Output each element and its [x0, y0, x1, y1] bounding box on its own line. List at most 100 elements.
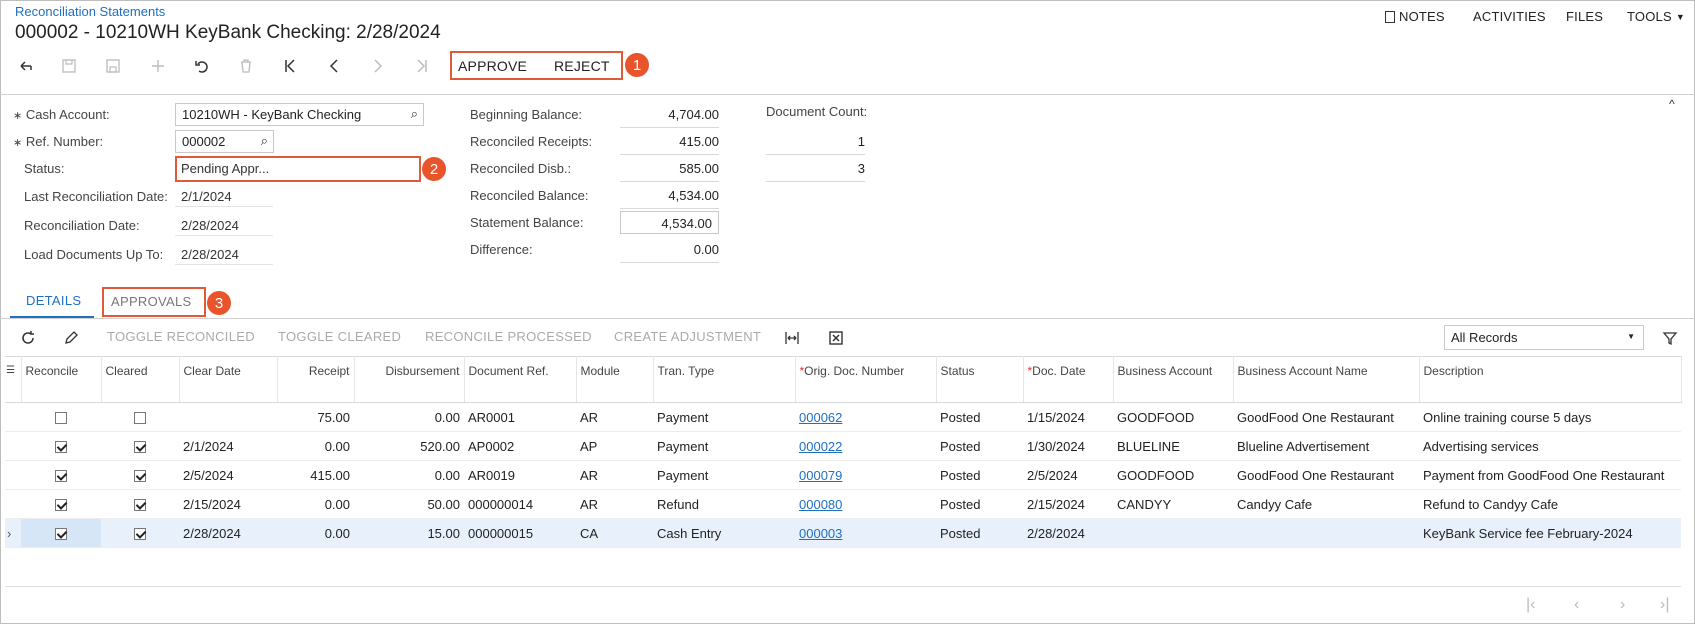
delete-icon[interactable] [232, 55, 260, 77]
col-description[interactable]: Description [1419, 356, 1682, 403]
create-adjustment-button[interactable]: CREATE ADJUSTMENT [614, 329, 761, 344]
column-settings-icon[interactable]: ☰ [5, 356, 22, 403]
search-icon[interactable]: ⌕ [411, 106, 418, 122]
save-close-icon[interactable] [55, 55, 83, 77]
toggle-reconciled-button[interactable]: TOGGLE RECONCILED [107, 329, 255, 344]
col-reconcile[interactable]: Reconcile [21, 356, 102, 403]
description-cell: Refund to Candyy Cafe [1419, 489, 1681, 519]
tools-button[interactable]: TOOLS ▼ [1627, 9, 1685, 24]
col-module[interactable]: Module [576, 356, 654, 403]
reconcile-checkbox[interactable] [55, 412, 67, 425]
activities-button[interactable]: ACTIVITIES [1473, 9, 1546, 24]
cleared-checkbox[interactable] [134, 412, 146, 425]
col-business-account[interactable]: Business Account [1113, 356, 1234, 403]
col-disbursement[interactable]: Disbursement [354, 356, 465, 403]
reconcile-checkbox[interactable] [55, 441, 67, 454]
row-selector[interactable] [5, 402, 21, 432]
col-orig-doc-number-label: Orig. Doc. Number [804, 364, 905, 378]
orig-doc-number-link[interactable]: 000080 [799, 497, 842, 512]
pager-first-icon[interactable]: |‹ [1526, 596, 1535, 614]
export-excel-icon[interactable] [822, 327, 850, 349]
cleared-cell[interactable] [101, 489, 179, 519]
orig-doc-number-link[interactable]: 000022 [799, 439, 842, 454]
table-row[interactable]: 75.00 0.00 AR0001 AR Payment 000062 Posted 1/15… [5, 402, 1681, 432]
next-record-icon[interactable] [364, 55, 392, 77]
row-selector[interactable] [5, 460, 21, 490]
reject-button[interactable]: REJECT [554, 58, 610, 74]
col-status[interactable]: Status [936, 356, 1024, 403]
orig-doc-number-link[interactable]: 000062 [799, 410, 842, 425]
first-record-icon[interactable] [276, 55, 304, 77]
status-label: Status: [24, 161, 65, 176]
orig-doc-number-link[interactable]: 000003 [799, 526, 842, 541]
cash-account-field[interactable]: 10210WH - KeyBank Checking ⌕ [175, 103, 424, 126]
ref-number-field[interactable]: 000002 ⌕ [175, 130, 274, 153]
add-icon[interactable] [144, 55, 172, 77]
reconcile-processed-button[interactable]: RECONCILE PROCESSED [425, 329, 592, 344]
col-tran-type[interactable]: Tran. Type [653, 356, 796, 403]
reconciled-balance-value: 4,534.00 [620, 188, 719, 209]
tab-details[interactable]: DETAILS [26, 293, 81, 308]
collapse-icon[interactable]: ^ [1669, 97, 1675, 111]
pager-last-icon[interactable]: ›| [1660, 596, 1669, 614]
business-account-name-cell: GoodFood One Restaurant [1233, 460, 1419, 490]
back-icon[interactable] [12, 55, 40, 77]
description-cell: KeyBank Service fee February-2024 [1419, 518, 1681, 548]
col-business-account-name[interactable]: Business Account Name [1233, 356, 1420, 403]
files-button[interactable]: FILES [1566, 9, 1603, 24]
last-record-icon[interactable] [408, 55, 436, 77]
pager-next-icon[interactable]: › [1620, 596, 1625, 614]
cleared-cell[interactable] [101, 431, 179, 461]
row-selector[interactable] [5, 489, 21, 519]
toggle-cleared-button[interactable]: TOGGLE CLEARED [278, 329, 401, 344]
col-document-ref[interactable]: Document Ref. [464, 356, 577, 403]
col-clear-date[interactable]: Clear Date [179, 356, 278, 403]
orig-doc-number-link[interactable]: 000079 [799, 468, 842, 483]
table-row[interactable]: › 2/28/2024 0.00 15.00 000000015 CA Cash Entry… [5, 518, 1681, 548]
edit-icon[interactable] [57, 327, 85, 349]
business-account-name-cell: Blueline Advertisement [1233, 431, 1419, 461]
statement-balance-field[interactable]: 4,534.00 [620, 211, 719, 234]
table-row[interactable]: 2/1/2024 0.00 520.00 AP0002 AP Payment 000022 P… [5, 431, 1681, 461]
reconcile-cell[interactable] [21, 460, 101, 490]
col-doc-date[interactable]: *Doc. Date [1023, 356, 1114, 403]
cleared-checkbox[interactable] [134, 441, 146, 454]
row-selector[interactable]: › [5, 518, 21, 548]
refresh-icon[interactable] [14, 327, 42, 349]
notes-button[interactable]: NOTES [1385, 9, 1445, 24]
reconcile-cell[interactable] [21, 489, 101, 519]
status-cell: Posted [936, 489, 1023, 519]
tab-approvals[interactable]: APPROVALS [111, 294, 192, 309]
previous-record-icon[interactable] [320, 55, 348, 77]
breadcrumb[interactable]: Reconciliation Statements [15, 4, 165, 19]
cleared-cell[interactable] [101, 402, 179, 432]
row-selector[interactable] [5, 431, 21, 461]
cleared-cell[interactable] [101, 518, 179, 548]
reconcile-cell[interactable] [21, 402, 101, 432]
fit-columns-icon[interactable] [778, 327, 806, 349]
pager-previous-icon[interactable]: ‹ [1574, 596, 1579, 614]
col-cleared[interactable]: Cleared [101, 356, 180, 403]
records-filter-select[interactable]: All Records ▼ [1444, 325, 1644, 350]
col-orig-doc-number[interactable]: *Orig. Doc. Number [795, 356, 937, 403]
approve-button[interactable]: APPROVE [458, 58, 527, 74]
filter-icon[interactable] [1656, 327, 1684, 349]
reconcile-checkbox[interactable] [55, 528, 67, 541]
table-row[interactable]: 2/5/2024 415.00 0.00 AR0019 AR Payment 000079 P… [5, 460, 1681, 490]
reconcile-checkbox[interactable] [55, 470, 67, 483]
reconcile-cell[interactable] [21, 431, 101, 461]
save-icon[interactable] [99, 55, 127, 77]
undo-icon[interactable] [188, 55, 216, 77]
table-row[interactable]: 2/15/2024 0.00 50.00 000000014 AR Refund 00008… [5, 489, 1681, 519]
reconcile-cell[interactable] [21, 518, 101, 548]
col-receipt[interactable]: Receipt [277, 356, 355, 403]
cleared-checkbox[interactable] [134, 499, 146, 512]
cleared-cell[interactable] [101, 460, 179, 490]
reconcile-checkbox[interactable] [55, 499, 67, 512]
orig-doc-number-cell: 000022 [795, 431, 936, 461]
files-label: FILES [1566, 9, 1604, 24]
doc-date-cell: 1/15/2024 [1023, 402, 1113, 432]
cleared-checkbox[interactable] [134, 528, 146, 541]
search-icon[interactable]: ⌕ [261, 133, 268, 149]
cleared-checkbox[interactable] [134, 470, 146, 483]
